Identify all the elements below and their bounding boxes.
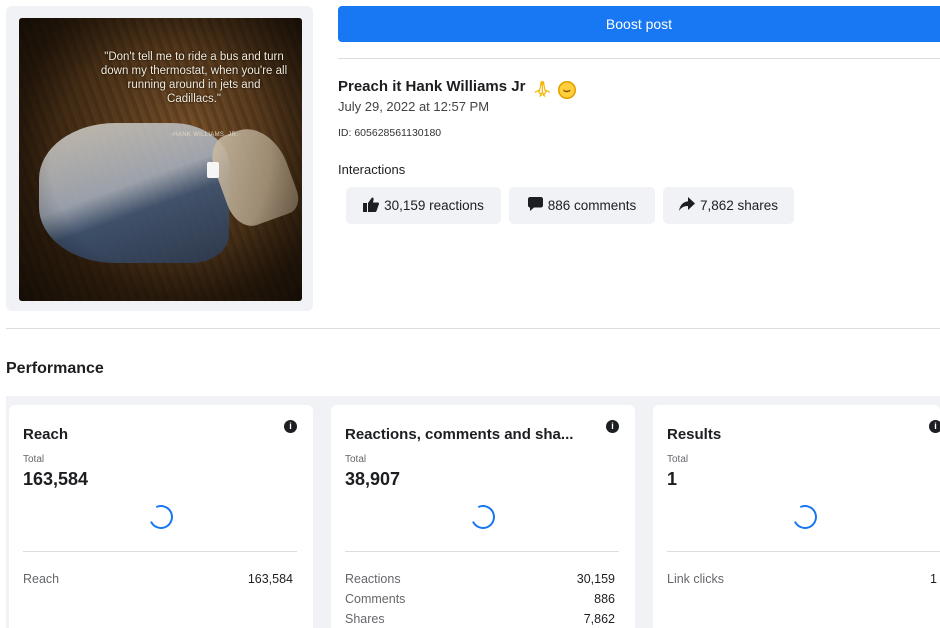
- share-arrow-icon: [678, 197, 695, 214]
- card-divider: [667, 551, 940, 552]
- boost-post-button[interactable]: Boost post: [338, 6, 940, 42]
- post-image-quote: "Don't tell me to ride a bus and turn do…: [100, 51, 288, 105]
- comments-chip[interactable]: 886 comments: [509, 187, 655, 224]
- divider: [338, 58, 940, 59]
- card-title: Results: [667, 426, 722, 443]
- card-row-label: Shares: [345, 612, 385, 626]
- results-card: Results i Total 1 Link clicks 1: [653, 405, 940, 628]
- card-divider: [23, 551, 297, 552]
- card-row-label: Reach: [23, 572, 60, 586]
- card-row-label: Reactions: [345, 572, 401, 586]
- loading-spinner-icon: [145, 501, 177, 533]
- engagement-card: Reactions, comments and sha... i Total 3…: [331, 405, 635, 628]
- reach-card: Reach i Total 163,584 Reach 163,584: [9, 405, 313, 628]
- interactions-heading: Interactions: [338, 162, 406, 177]
- post-title: Preach it Hank Williams Jr 🙏︎ ⌣: [338, 78, 576, 99]
- loading-spinner-icon: [467, 501, 499, 533]
- reactions-chip-label: 30,159 reactions: [384, 198, 484, 213]
- card-row-value: 163,584: [247, 572, 293, 586]
- card-row-label: Comments: [345, 592, 406, 606]
- loading-spinner-icon: [789, 501, 821, 533]
- card-row-value: 1: [930, 572, 937, 586]
- card-total-label: Total: [345, 454, 367, 465]
- card-row-value: 7,862: [583, 612, 615, 626]
- info-icon[interactable]: i: [284, 420, 297, 433]
- folded-hands-emoji-icon: 🙏︎: [532, 81, 552, 98]
- card-total-value: 1: [667, 469, 678, 489]
- comment-bubble-icon: [527, 197, 543, 214]
- smiling-halo-emoji-icon: ⌣: [557, 81, 576, 99]
- card-divider: [345, 551, 619, 552]
- comments-chip-label: 886 comments: [547, 198, 637, 213]
- card-title: Reach: [23, 426, 69, 443]
- post-title-text: Preach it Hank Williams Jr: [338, 78, 526, 95]
- shares-chip[interactable]: 7,862 shares: [663, 187, 794, 224]
- card-title: Reactions, comments and sha...: [345, 426, 574, 443]
- card-total-label: Total: [667, 454, 689, 465]
- card-total-value: 38,907: [345, 469, 401, 489]
- card-total-label: Total: [23, 454, 45, 465]
- section-divider: [6, 328, 940, 329]
- post-thumbnail-frame: "Don't tell me to ride a bus and turn do…: [6, 6, 313, 311]
- shares-chip-label: 7,862 shares: [699, 198, 779, 213]
- card-row-value: 30,159: [576, 572, 615, 586]
- performance-heading: Performance: [6, 360, 104, 377]
- card-row-value: 886: [594, 592, 615, 606]
- post-image-attribution: -HANK WILLIAMS, JR.: [171, 132, 239, 138]
- thumbs-up-icon: [363, 197, 380, 215]
- card-row-label: Link clicks: [667, 572, 724, 586]
- info-icon[interactable]: i: [929, 420, 940, 433]
- post-date: July 29, 2022 at 12:57 PM: [338, 99, 490, 114]
- post-image[interactable]: "Don't tell me to ride a bus and turn do…: [19, 18, 302, 301]
- post-id: ID: 605628561130180: [338, 127, 442, 139]
- info-icon[interactable]: i: [606, 420, 619, 433]
- reactions-chip[interactable]: 30,159 reactions: [346, 187, 501, 224]
- card-total-value: 163,584: [23, 469, 89, 489]
